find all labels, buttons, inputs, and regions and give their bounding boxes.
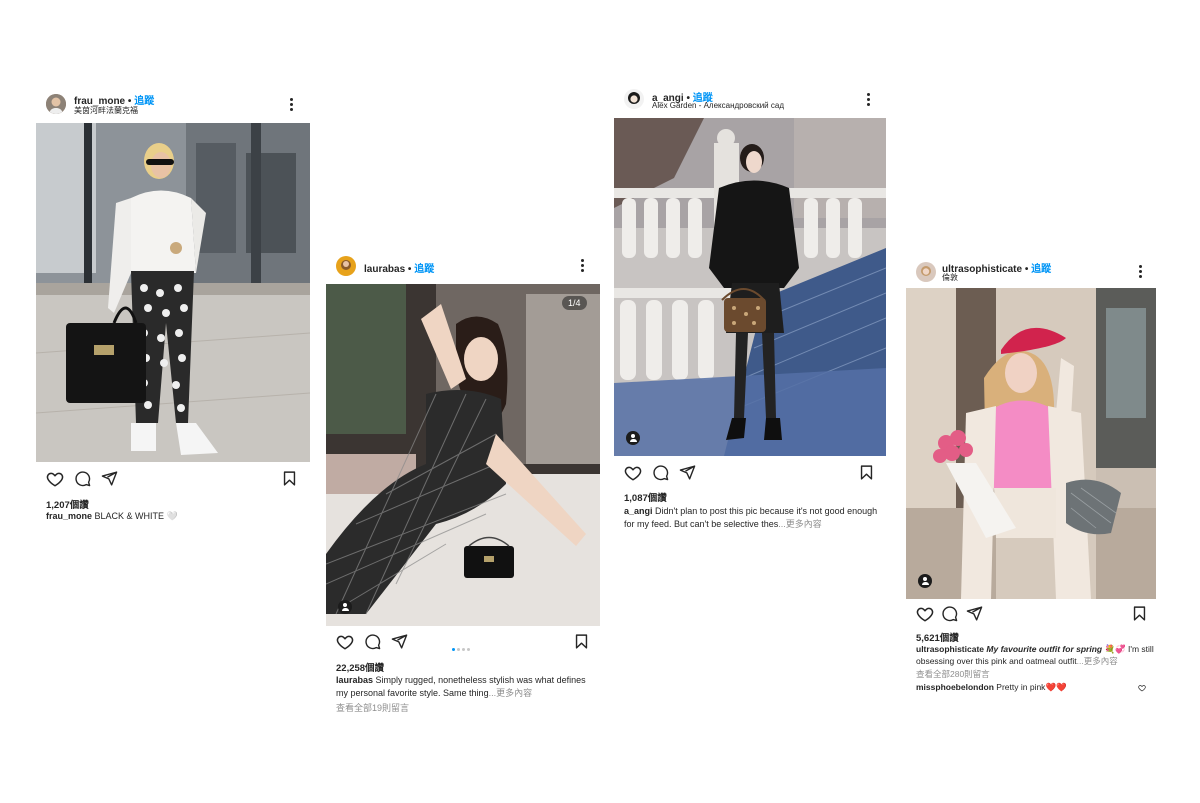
caption-username[interactable]: laurabas xyxy=(336,675,373,685)
heart-icon[interactable] xyxy=(916,605,934,623)
caption: frau_mone BLACK & WHITE 🤍 xyxy=(46,510,306,523)
more-link[interactable]: ...更多內容 xyxy=(1077,656,1118,666)
more-link[interactable]: ...更多內容 xyxy=(778,519,822,529)
post-card: frau_mone • 追蹤 美茵河畔法蘭克福 1,207個讚 frau_mon… xyxy=(36,88,310,528)
follow-button[interactable]: 追蹤 xyxy=(414,264,434,275)
post-photo[interactable] xyxy=(614,118,886,456)
comment-icon[interactable] xyxy=(74,470,91,487)
tagged-user-icon[interactable] xyxy=(338,600,352,614)
avatar[interactable] xyxy=(624,89,644,109)
caption-username[interactable]: frau_mone xyxy=(46,511,92,521)
bookmark-icon[interactable] xyxy=(1131,605,1148,622)
tagged-user-icon[interactable] xyxy=(626,431,640,445)
comment-icon[interactable] xyxy=(652,464,669,481)
separator-dot: • xyxy=(1024,264,1029,275)
carousel-dot xyxy=(462,648,465,651)
caption-text: Simply rugged, nonetheless stylish was w… xyxy=(336,675,586,698)
caption-text: BLACK & WHITE 🤍 xyxy=(94,511,178,521)
username-link[interactable]: laurabas xyxy=(364,264,405,275)
heart-icon[interactable] xyxy=(1138,684,1146,692)
share-icon[interactable] xyxy=(966,605,983,622)
view-comments-link[interactable]: 查看全部19則留言 xyxy=(336,702,409,715)
like-count[interactable]: 1,207個讚 xyxy=(46,497,89,511)
share-icon[interactable] xyxy=(679,464,696,481)
more-icon[interactable] xyxy=(1138,265,1142,279)
caption-username[interactable]: a_angi xyxy=(624,506,653,516)
post-header-user: laurabas • 追蹤 xyxy=(364,260,434,275)
share-icon[interactable] xyxy=(391,633,408,650)
heart-icon[interactable] xyxy=(46,470,64,488)
location-link[interactable]: 美茵河畔法蘭克福 xyxy=(74,105,138,116)
avatar[interactable] xyxy=(916,262,936,282)
caption-emoji: 💐💞 xyxy=(1102,644,1126,654)
comment-row: missphoebelondon Pretty in pink❤️❤️ xyxy=(916,681,1156,693)
carousel-indicator xyxy=(452,638,472,656)
caption: laurabas Simply rugged, nonetheless styl… xyxy=(336,674,594,700)
location-link[interactable]: 倫敦 xyxy=(942,272,958,283)
comment-text: Pretty in pink xyxy=(996,682,1046,692)
comment-icon[interactable] xyxy=(941,605,958,622)
view-comments-link[interactable]: 查看全部280則留言 xyxy=(916,668,990,681)
heart-icon[interactable] xyxy=(624,464,642,482)
separator-dot: • xyxy=(407,264,412,275)
caption-highlight: My favourite outfit for spring xyxy=(986,644,1103,654)
follow-button[interactable]: 追蹤 xyxy=(1031,264,1051,275)
avatar[interactable] xyxy=(336,256,356,276)
bookmark-icon[interactable] xyxy=(858,464,875,481)
post-photo[interactable] xyxy=(36,123,310,462)
tagged-user-icon[interactable] xyxy=(918,574,932,588)
carousel-dot xyxy=(467,648,470,651)
caption: ultrasophisticate My favourite outfit fo… xyxy=(916,643,1156,667)
caption: a_angi Didn't plan to post this pic beca… xyxy=(624,505,886,531)
heart-icon[interactable] xyxy=(336,633,354,651)
avatar[interactable] xyxy=(46,94,66,114)
carousel-dot-active xyxy=(452,648,455,651)
more-link[interactable]: ...更多內容 xyxy=(489,688,533,698)
like-count[interactable]: 1,087個讚 xyxy=(624,490,667,504)
post-card: laurabas • 追蹤 1/4 22,258個讚 laurabas Simp… xyxy=(326,253,600,719)
carousel-counter: 1/4 xyxy=(562,296,587,310)
share-icon[interactable] xyxy=(101,470,118,487)
location-link[interactable]: Alex Garden - Александровский сад xyxy=(652,101,784,110)
more-icon[interactable] xyxy=(580,259,584,273)
like-count[interactable]: 22,258個讚 xyxy=(336,660,384,674)
comment-icon[interactable] xyxy=(364,633,381,650)
post-photo[interactable]: 1/4 xyxy=(326,284,600,626)
bookmark-icon[interactable] xyxy=(573,633,590,650)
caption-username[interactable]: ultrasophisticate xyxy=(916,644,984,654)
bookmark-icon[interactable] xyxy=(281,470,298,487)
like-count[interactable]: 5,621個讚 xyxy=(916,630,959,644)
carousel-dot xyxy=(457,648,460,651)
comment-emoji: ❤️❤️ xyxy=(1045,682,1067,692)
post-card: a_angi • 追蹤 Alex Garden - Александровски… xyxy=(614,84,886,530)
caption-text: Didn't plan to post this pic because it'… xyxy=(624,506,878,529)
post-card: ultrasophisticate • 追蹤 倫敦 5,621個讚 ultras… xyxy=(906,254,1158,694)
more-icon[interactable] xyxy=(866,93,870,107)
more-icon[interactable] xyxy=(289,98,293,112)
post-photo[interactable] xyxy=(906,288,1156,599)
comment-username[interactable]: missphoebelondon xyxy=(916,682,994,692)
post-header-user: ultrasophisticate • 追蹤 xyxy=(942,260,1051,275)
